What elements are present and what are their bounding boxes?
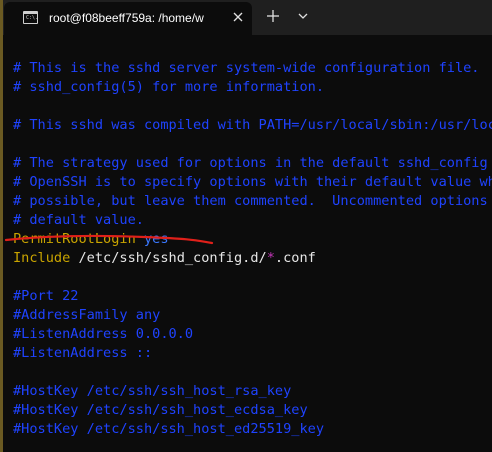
permit-root-login-line: PermitRootLogin yes — [13, 230, 169, 249]
terminal-output[interactable]: # This is the sshd server system-wide co… — [13, 40, 492, 452]
config-comment-line: # OpenSSH is to specify options with the… — [13, 174, 492, 190]
directive-key: Include — [13, 250, 71, 266]
config-comment-line: # The strategy used for options in the d… — [13, 155, 488, 171]
include-glob: * — [266, 250, 275, 266]
directive-key: PermitRootLogin — [13, 231, 136, 247]
include-path: /etc/ssh/sshd_config.d/ — [78, 250, 267, 266]
chevron-down-icon[interactable] — [293, 6, 313, 26]
config-comment-line: #HostKey /etc/ssh/ssh_host_ecdsa_key — [13, 402, 308, 418]
config-comment-line: # default value. — [13, 212, 144, 228]
close-icon[interactable] — [231, 10, 245, 24]
config-comment-line: # This is the sshd server system-wide co… — [13, 60, 480, 76]
config-comment-line: #ListenAddress :: — [13, 345, 153, 361]
terminal-icon: C:\. — [23, 11, 38, 24]
include-line: Include /etc/ssh/sshd_config.d/*.conf — [13, 249, 316, 268]
config-comment-line: #HostKey /etc/ssh/ssh_host_ed25519_key — [13, 421, 324, 437]
config-comment-line: #HostKey /etc/ssh/ssh_host_rsa_key — [13, 383, 292, 399]
config-comment-line: # possible, but leave them commented. Un… — [13, 193, 488, 209]
window-edge — [0, 0, 3, 452]
config-comment-line: #Port 22 — [13, 288, 79, 304]
directive-value: yes — [143, 231, 169, 247]
include-suffix: .conf — [274, 250, 316, 266]
config-comment-line: #AddressFamily any — [13, 307, 161, 323]
terminal-window: C:\. root@f08beeff759a: /home/w # This i… — [0, 0, 492, 452]
tab-title: root@f08beeff759a: /home/w — [49, 11, 204, 25]
config-comment-line: #ListenAddress 0.0.0.0 — [13, 326, 194, 342]
tab-active[interactable]: C:\. root@f08beeff759a: /home/w — [4, 2, 252, 35]
new-tab-icon[interactable] — [262, 6, 284, 26]
config-comment-line: # sshd_config(5) for more information. — [13, 79, 324, 95]
config-comment-line: # This sshd was compiled with PATH=/usr/… — [13, 117, 492, 133]
